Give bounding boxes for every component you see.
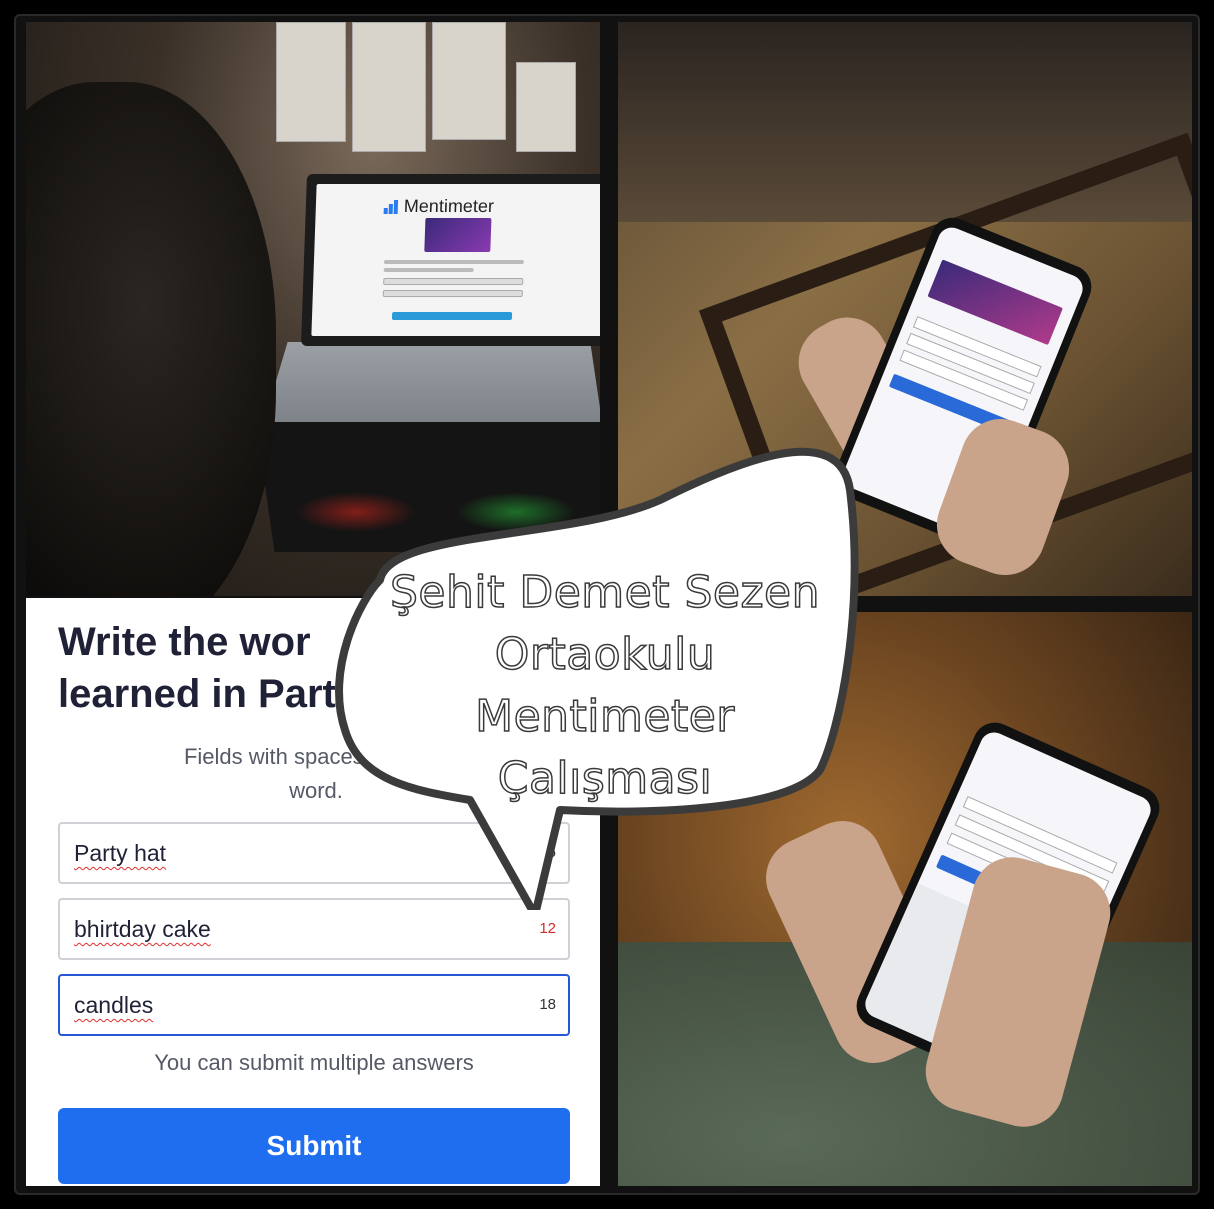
answer-value: Party hat: [74, 840, 167, 866]
answer-value: bhirtday cake: [74, 916, 211, 942]
wall-notes: [276, 22, 596, 172]
caption-line-2: Ortaokulu: [494, 628, 716, 681]
answer-value: candles: [74, 992, 154, 1018]
char-counter: 18: [539, 996, 556, 1013]
school-caption: Şehit Demet Sezen Ortaokulu Mentimeter Ç…: [370, 562, 840, 810]
char-counter: 12: [539, 920, 556, 937]
submit-button[interactable]: Submit: [58, 1108, 570, 1184]
laptop-screen: Mentimeter: [300, 174, 600, 346]
answer-field-3[interactable]: candles 18: [58, 974, 570, 1036]
student-head: [26, 82, 276, 596]
multiple-answers-note: You can submit multiple answers: [154, 1050, 474, 1075]
mentimeter-logo: Mentimeter: [383, 196, 494, 217]
mentimeter-icon: [383, 199, 400, 214]
laptop-submit-bar: [391, 312, 513, 320]
caption-line-1: Şehit Demet Sezen: [389, 566, 821, 619]
party-time-banner: [424, 218, 492, 252]
caption-line-3: Mentimeter Çalışması: [474, 690, 735, 805]
